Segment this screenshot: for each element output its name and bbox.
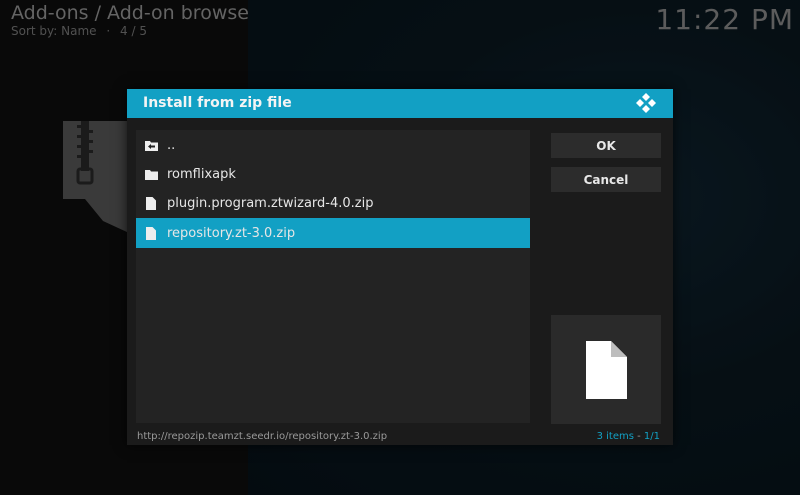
list-item-label: romflixapk <box>167 166 236 182</box>
ok-button[interactable]: OK <box>551 133 661 158</box>
file-icon <box>144 226 158 240</box>
kodi-logo-icon <box>635 92 657 114</box>
list-item-folder[interactable]: romflixapk <box>136 159 530 189</box>
list-item-label: plugin.program.ztwizard-4.0.zip <box>167 195 374 211</box>
file-preview <box>551 315 661 424</box>
list-item-parent-folder[interactable]: .. <box>136 130 530 160</box>
list-item-label: .. <box>167 137 176 153</box>
list-item-file-selected[interactable]: repository.zt-3.0.zip <box>136 218 530 248</box>
dialog-title: Install from zip file <box>143 95 292 111</box>
install-from-zip-dialog: Install from zip file .. romflixapk plug… <box>127 89 673 445</box>
selected-file-path: http://repozip.teamzt.seedr.io/repositor… <box>137 431 388 442</box>
folder-icon <box>144 167 158 181</box>
file-preview-icon <box>586 341 627 399</box>
items-total: 3 items <box>596 431 634 442</box>
item-count: 3 items - 1/1 <box>597 431 660 442</box>
page-indicator: 1/1 <box>643 431 660 442</box>
list-item-label: repository.zt-3.0.zip <box>167 225 296 241</box>
dialog-header: Install from zip file <box>127 89 673 118</box>
folder-up-icon <box>144 138 158 152</box>
file-icon <box>144 196 158 210</box>
cancel-button[interactable]: Cancel <box>551 167 661 192</box>
list-item-file[interactable]: plugin.program.ztwizard-4.0.zip <box>136 188 530 218</box>
file-list: .. romflixapk plugin.program.ztwizard-4.… <box>136 130 530 423</box>
count-separator: - <box>633 431 644 442</box>
